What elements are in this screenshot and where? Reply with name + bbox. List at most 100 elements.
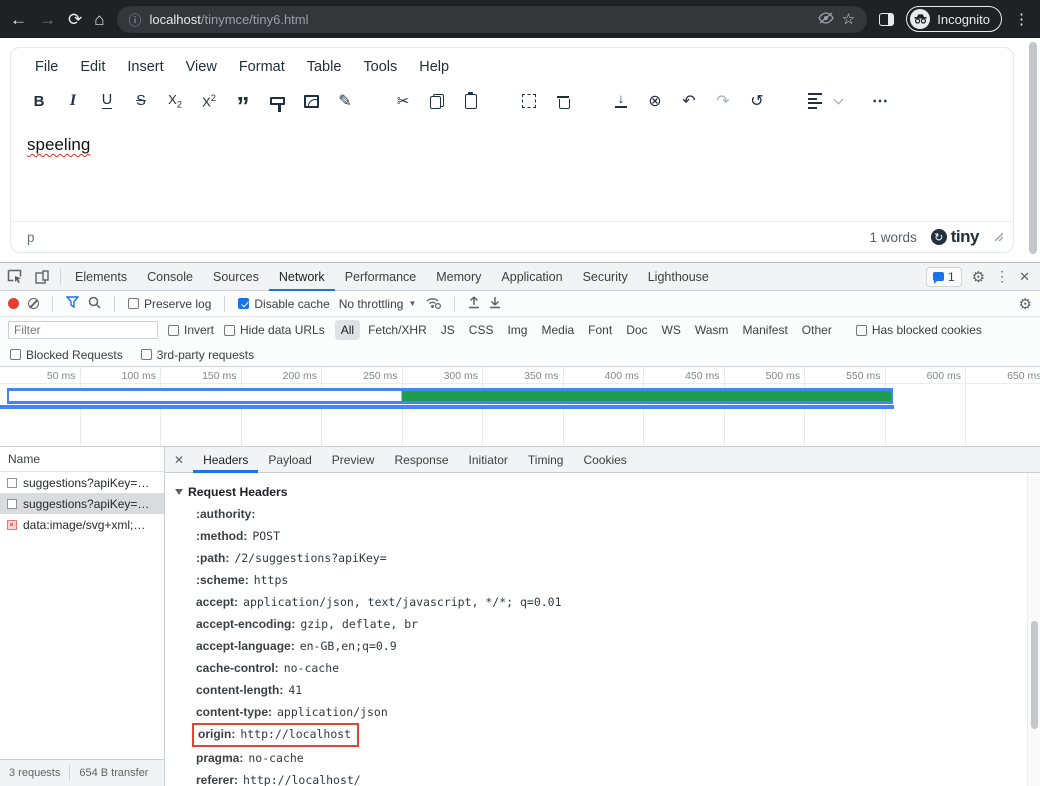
delete-button[interactable] bbox=[549, 87, 577, 115]
device-toolbar-icon[interactable] bbox=[28, 270, 56, 284]
editor-content-area[interactable]: speeling bbox=[11, 122, 1013, 221]
resource-type-filter[interactable]: Media bbox=[535, 320, 580, 340]
fill-color-button[interactable] bbox=[297, 87, 325, 115]
devtools-tab[interactable]: Console bbox=[137, 263, 203, 291]
resize-grip-icon[interactable] bbox=[993, 228, 1003, 246]
filter-toggle-icon[interactable] bbox=[66, 296, 79, 311]
detail-tab[interactable]: Cookies bbox=[573, 447, 636, 473]
site-info-icon[interactable]: ⓘ bbox=[129, 10, 142, 29]
devtools-tab[interactable]: Security bbox=[573, 263, 638, 291]
network-conditions-icon[interactable] bbox=[425, 296, 441, 312]
align-left-button[interactable] bbox=[801, 87, 829, 115]
italic-button[interactable]: I bbox=[59, 87, 87, 115]
issues-badge[interactable]: 1 bbox=[926, 267, 962, 287]
detail-scrollbar-thumb[interactable] bbox=[1031, 621, 1038, 729]
permanent-pen-button[interactable]: ✎ bbox=[331, 87, 359, 115]
request-row[interactable]: data:image/svg+xml;… bbox=[0, 514, 164, 535]
forward-icon[interactable]: → bbox=[39, 11, 56, 28]
home-icon[interactable]: ⌂ bbox=[94, 11, 104, 28]
preserve-log-checkbox[interactable]: Preserve log bbox=[128, 297, 211, 311]
detail-tab[interactable]: Initiator bbox=[459, 447, 518, 473]
restore-draft-button[interactable]: ↺ bbox=[743, 87, 771, 115]
cut-button[interactable]: ✂ bbox=[389, 87, 417, 115]
resource-type-filter[interactable]: All bbox=[335, 320, 360, 340]
record-button[interactable] bbox=[8, 298, 19, 309]
devtools-tab[interactable]: Network bbox=[269, 263, 335, 291]
request-row[interactable]: suggestions?apiKey=… bbox=[0, 493, 164, 514]
side-panel-icon[interactable] bbox=[879, 13, 894, 26]
detail-tab[interactable]: Preview bbox=[322, 447, 385, 473]
page-scrollbar-thumb[interactable] bbox=[1029, 42, 1037, 254]
disable-cache-checkbox[interactable]: Disable cache bbox=[238, 297, 329, 311]
blocked-requests-checkbox[interactable]: Blocked Requests bbox=[10, 348, 123, 362]
page-scrollbar[interactable] bbox=[1029, 42, 1037, 254]
chevron-down-icon[interactable] bbox=[834, 95, 844, 105]
request-headers-section[interactable]: Request Headers bbox=[175, 481, 1027, 503]
resource-type-filter[interactable]: CSS bbox=[463, 320, 500, 340]
word-count[interactable]: 1 words bbox=[869, 230, 916, 245]
devtools-tab[interactable]: Performance bbox=[335, 263, 427, 291]
resource-type-filter[interactable]: Font bbox=[582, 320, 618, 340]
editor-menu-item[interactable]: Table bbox=[297, 55, 352, 79]
resource-type-filter[interactable]: Doc bbox=[620, 320, 653, 340]
devtools-tab[interactable]: Elements bbox=[65, 263, 137, 291]
misspelled-word[interactable]: speeling bbox=[27, 135, 90, 154]
detail-tab[interactable]: Payload bbox=[258, 447, 321, 473]
bold-button[interactable]: B bbox=[25, 87, 53, 115]
third-party-requests-checkbox[interactable]: 3rd-party requests bbox=[141, 348, 254, 362]
search-icon[interactable] bbox=[88, 296, 101, 312]
export-button[interactable]: ↓ bbox=[607, 87, 635, 115]
resource-type-filter[interactable]: JS bbox=[435, 320, 461, 340]
overview-request-bar[interactable] bbox=[7, 388, 893, 404]
detail-tab[interactable]: Headers bbox=[193, 447, 258, 473]
resource-type-filter[interactable]: Wasm bbox=[689, 320, 735, 340]
more-button[interactable]: ⋯ bbox=[866, 87, 894, 115]
bookmark-star-icon[interactable]: ☆ bbox=[842, 10, 855, 28]
eye-blocked-icon[interactable] bbox=[818, 12, 834, 27]
editor-menu-item[interactable]: View bbox=[176, 55, 227, 79]
browser-menu-icon[interactable]: ⋮ bbox=[1014, 10, 1030, 28]
editor-menu-item[interactable]: Help bbox=[409, 55, 459, 79]
editor-menu-item[interactable]: Insert bbox=[117, 55, 173, 79]
element-path[interactable]: p bbox=[27, 230, 35, 245]
cancel-button[interactable]: ⊗ bbox=[641, 87, 669, 115]
tiny-brand[interactable]: ↻ tiny bbox=[931, 227, 979, 247]
resource-type-filter[interactable]: Img bbox=[501, 320, 533, 340]
resource-type-filter[interactable]: Other bbox=[796, 320, 838, 340]
paste-button[interactable] bbox=[457, 87, 485, 115]
request-row[interactable]: suggestions?apiKey=… bbox=[0, 472, 164, 493]
devtools-tab[interactable]: Memory bbox=[426, 263, 491, 291]
name-column-header[interactable]: Name bbox=[0, 447, 164, 472]
editor-menu-item[interactable]: File bbox=[25, 55, 68, 79]
devtools-tab[interactable]: Application bbox=[491, 263, 572, 291]
resource-type-filter[interactable]: WS bbox=[656, 320, 687, 340]
detail-tab[interactable]: Timing bbox=[518, 447, 574, 473]
resource-type-filter[interactable]: Manifest bbox=[736, 320, 793, 340]
hide-data-urls-checkbox[interactable]: Hide data URLs bbox=[224, 323, 325, 337]
inspect-element-icon[interactable] bbox=[0, 269, 28, 284]
devtools-settings-icon[interactable]: ⚙ bbox=[972, 268, 985, 286]
reload-icon[interactable]: ⟳ bbox=[68, 11, 82, 28]
address-bar[interactable]: ⓘ localhost/tinymce/tiny6.html ☆ bbox=[117, 6, 868, 33]
resource-type-filter[interactable]: Fetch/XHR bbox=[362, 320, 433, 340]
network-overview-waterfall[interactable]: 50 ms100 ms150 ms200 ms250 ms300 ms350 m… bbox=[0, 367, 1040, 447]
devtools-tab[interactable]: Sources bbox=[203, 263, 269, 291]
detail-scrollbar[interactable] bbox=[1027, 473, 1040, 786]
clear-icon[interactable] bbox=[28, 298, 39, 309]
back-icon[interactable]: ← bbox=[10, 11, 27, 28]
redo-button[interactable]: ↷ bbox=[709, 87, 737, 115]
copy-button[interactable] bbox=[423, 87, 451, 115]
export-har-icon[interactable] bbox=[489, 296, 501, 312]
import-har-icon[interactable] bbox=[468, 296, 480, 312]
invert-checkbox[interactable]: Invert bbox=[168, 323, 214, 337]
blockquote-button[interactable]: ” bbox=[229, 87, 257, 115]
editor-menu-item[interactable]: Tools bbox=[353, 55, 407, 79]
editor-menu-item[interactable]: Format bbox=[229, 55, 295, 79]
undo-button[interactable]: ↶ bbox=[675, 87, 703, 115]
superscript-button[interactable]: X2 bbox=[195, 87, 223, 115]
throttling-dropdown[interactable]: No throttling▼ bbox=[339, 297, 417, 311]
filter-input[interactable] bbox=[8, 321, 158, 339]
has-blocked-cookies-checkbox[interactable]: Has blocked cookies bbox=[856, 323, 982, 337]
underline-button[interactable]: U bbox=[93, 87, 121, 115]
select-all-button[interactable] bbox=[515, 87, 543, 115]
